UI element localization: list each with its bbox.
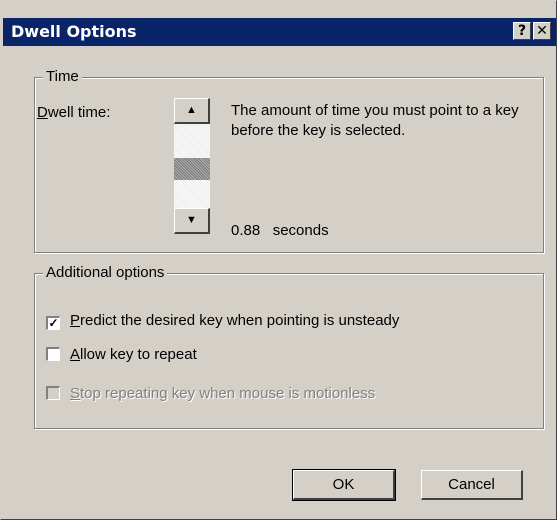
cancel-button[interactable]: Cancel <box>421 470 523 500</box>
dwell-time-description: The amount of time you must point to a k… <box>231 102 519 139</box>
checkbox-unchecked-icon[interactable] <box>46 347 60 361</box>
dwell-time-readout: 0.88 seconds <box>231 222 329 239</box>
time-group-legend: Time <box>43 68 82 85</box>
slider-thumb[interactable] <box>174 158 210 181</box>
additional-options-legend: Additional options <box>43 264 168 281</box>
dwell-time-label: Dwell time: <box>37 104 111 121</box>
close-button[interactable]: ✕ <box>533 22 551 40</box>
slider-up-button[interactable]: ▲ <box>174 98 210 124</box>
dwell-time-unit: seconds <box>272 222 329 239</box>
allow-repeat-checkbox[interactable]: Allow key to repeat <box>46 346 197 363</box>
dwell-time-value: 0.88 <box>231 222 261 239</box>
ok-button[interactable]: OK <box>292 469 396 501</box>
dwell-time-slider[interactable]: ▲ ▼ <box>174 98 210 234</box>
triangle-down-icon: ▼ <box>186 214 197 226</box>
stop-repeating-checkbox: Stop repeating key when mouse is motionl… <box>46 385 375 402</box>
close-icon: ✕ <box>536 23 548 39</box>
dwell-options-dialog: Dwell Options ? ✕ Time Dwell time: ▲ ▼ T… <box>0 0 557 520</box>
dialog-title: Dwell Options <box>11 22 137 41</box>
checkbox-disabled-icon <box>46 386 60 400</box>
question-mark-icon: ? <box>517 23 527 39</box>
checkbox-checked-icon[interactable]: ✓ <box>46 316 60 330</box>
slider-down-button[interactable]: ▼ <box>174 208 210 234</box>
triangle-up-icon: ▲ <box>186 104 197 116</box>
title-bar[interactable]: Dwell Options ? ✕ <box>3 18 556 46</box>
predict-key-checkbox[interactable]: ✓ Predict the desired key when pointing i… <box>46 312 399 330</box>
help-button[interactable]: ? <box>513 22 531 40</box>
